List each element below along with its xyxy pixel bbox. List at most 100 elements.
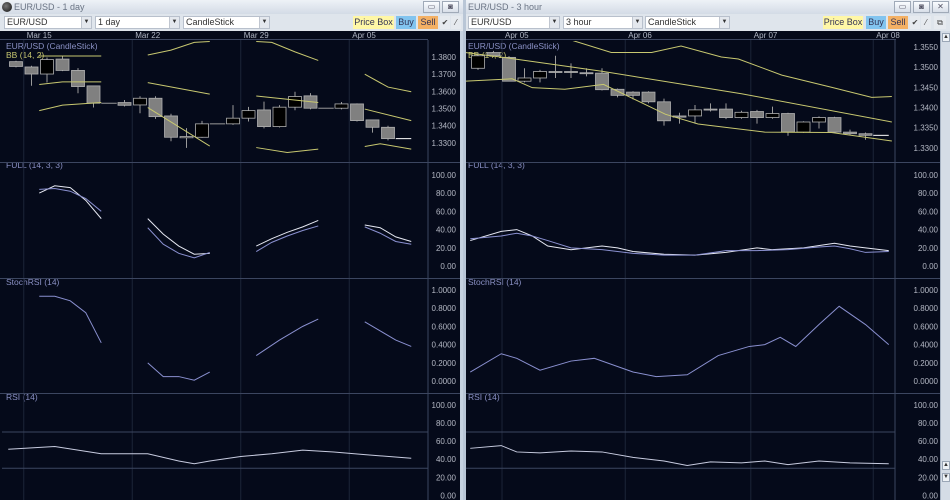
interval-select[interactable]: 3 hour ▼ (563, 16, 643, 29)
candle-body (812, 117, 826, 123)
candle[interactable] (350, 103, 364, 122)
symbol-select[interactable]: EUR/USD ▼ (4, 16, 92, 29)
candle[interactable] (517, 68, 532, 83)
bb-middle-series (466, 52, 892, 123)
chart-canvas[interactable]: 1.3800 1.3700 1.3600 1.3500 1.3400 1.3300 100.… (0, 40, 460, 500)
candle[interactable] (564, 63, 578, 78)
candle[interactable] (241, 106, 256, 122)
candle[interactable] (533, 69, 547, 83)
candle[interactable] (703, 103, 718, 112)
candle[interactable] (381, 125, 395, 141)
detach-icon[interactable]: ⧉ (934, 16, 946, 29)
candle-body (781, 113, 795, 133)
globe-icon (2, 2, 12, 12)
pencil-icon[interactable]: ⁄ (451, 16, 461, 29)
scroll-up-icon[interactable]: ▲ (942, 461, 950, 470)
candle[interactable] (858, 132, 873, 140)
interval-value: 3 hour (566, 17, 592, 27)
buy-button[interactable]: Buy (396, 16, 416, 29)
candle[interactable] (657, 98, 671, 126)
candle-body (502, 56, 516, 82)
chevron-down-icon[interactable]: ▼ (169, 17, 179, 28)
axis-tick-label: 1.3500 (432, 105, 457, 114)
candle[interactable] (502, 56, 516, 82)
candle-body (626, 91, 640, 96)
candle-body (381, 126, 395, 140)
bb-middle-line (364, 108, 412, 122)
window-border[interactable] (460, 31, 463, 500)
candle-body (579, 72, 594, 75)
chart-toolbar: EUR/USD ▼ 1 day ▼ CandleStick ▼ Price Box B… (0, 14, 463, 31)
axis-tick-label: 0.0000 (914, 377, 939, 386)
title-bar[interactable]: EUR/USD - 1 day ▭ ◙ (0, 0, 463, 14)
date-axis (466, 31, 896, 40)
candle[interactable] (164, 113, 178, 142)
candle[interactable] (117, 99, 132, 107)
candle[interactable] (40, 57, 54, 83)
chevron-down-icon[interactable]: ▼ (81, 17, 91, 28)
candle[interactable] (9, 60, 23, 68)
axis-tick-label: 60.00 (436, 207, 457, 216)
interval-select[interactable]: 1 day ▼ (95, 16, 180, 29)
price-box-button[interactable]: Price Box (353, 16, 394, 29)
sell-button[interactable]: Sell (888, 16, 908, 29)
candle[interactable] (827, 116, 842, 133)
candle[interactable] (641, 91, 656, 104)
chevron-down-icon[interactable]: ▼ (549, 17, 559, 28)
minimize-button[interactable]: ▭ (423, 1, 440, 13)
candle[interactable] (195, 120, 209, 138)
candle-body (241, 110, 256, 119)
scroll-up-icon[interactable]: ▲ (942, 33, 950, 42)
candle-body (641, 91, 656, 103)
candle[interactable] (719, 103, 733, 120)
chevron-down-icon[interactable]: ▼ (259, 17, 269, 28)
chevron-down-icon[interactable]: ▼ (719, 17, 729, 28)
checkmark-icon[interactable]: ✔ (440, 16, 450, 29)
axis-tick-label: 1.3550 (914, 43, 939, 52)
date-label: Mar 29 (243, 31, 269, 40)
candle[interactable] (86, 85, 101, 108)
axis-tick-label: 40.00 (918, 455, 939, 464)
axis-tick-label: 100.00 (914, 401, 939, 410)
price-box-button[interactable]: Price Box (823, 16, 863, 29)
candle[interactable] (750, 109, 764, 124)
scrollbar[interactable]: ▲ ▲ ▼ (940, 31, 950, 500)
candle-body (40, 59, 54, 75)
candle[interactable] (734, 110, 749, 119)
buy-button[interactable]: Buy (866, 16, 886, 29)
full-k-line (39, 185, 102, 219)
title-bar[interactable]: EUR/USD - 3 hour ▭ ◙ ✕ (466, 0, 950, 14)
candle[interactable] (226, 105, 240, 125)
candle[interactable] (765, 106, 780, 119)
pencil-icon[interactable]: ⁄ (921, 16, 931, 29)
candle[interactable] (24, 65, 39, 86)
date-label: Apr 05 (505, 31, 529, 40)
axis-tick-label: 1.0000 (432, 286, 457, 295)
sell-button[interactable]: Sell (418, 16, 438, 29)
candle-body (595, 72, 609, 91)
symbol-select[interactable]: EUR/USD ▼ (468, 16, 560, 29)
checkmark-icon[interactable]: ✔ (910, 16, 920, 29)
candle[interactable] (334, 102, 349, 110)
candle[interactable] (796, 121, 811, 133)
close-button[interactable]: ✕ (932, 1, 949, 13)
candle[interactable] (71, 68, 85, 94)
chevron-down-icon[interactable]: ▼ (632, 17, 642, 28)
candles (471, 50, 889, 140)
candle[interactable] (812, 116, 826, 129)
candle[interactable] (688, 105, 702, 124)
chart-type-select[interactable]: CandleStick ▼ (183, 16, 270, 29)
chart-canvas[interactable]: 1.3550 1.3500 1.3450 1.3400 1.3350 1.3300 100.… (466, 40, 940, 500)
candle[interactable] (55, 56, 70, 72)
candle[interactable] (365, 119, 380, 133)
minimize-button[interactable]: ▭ (894, 1, 911, 13)
maximize-button[interactable]: ◙ (442, 1, 459, 13)
axis-tick-label: 100.00 (914, 171, 939, 180)
chart-type-select[interactable]: CandleStick ▼ (645, 16, 730, 29)
candle[interactable] (257, 101, 271, 129)
scroll-down-icon[interactable]: ▼ (942, 473, 950, 482)
maximize-button[interactable]: ◙ (913, 1, 930, 13)
candle[interactable] (272, 105, 287, 128)
candle[interactable] (548, 55, 563, 78)
candle[interactable] (133, 96, 147, 114)
